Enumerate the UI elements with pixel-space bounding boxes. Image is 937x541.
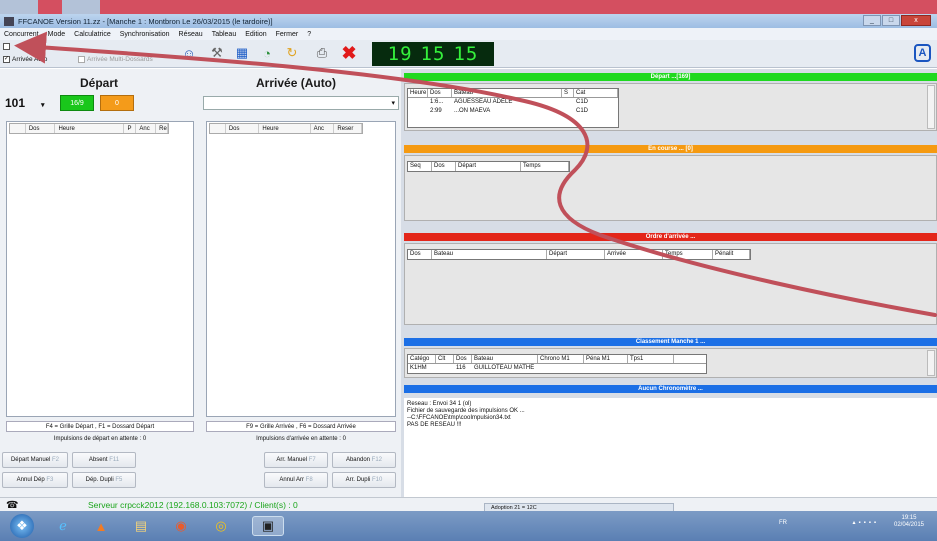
- annotation-arrow: [14, 31, 937, 317]
- arrow-path: [14, 31, 937, 317]
